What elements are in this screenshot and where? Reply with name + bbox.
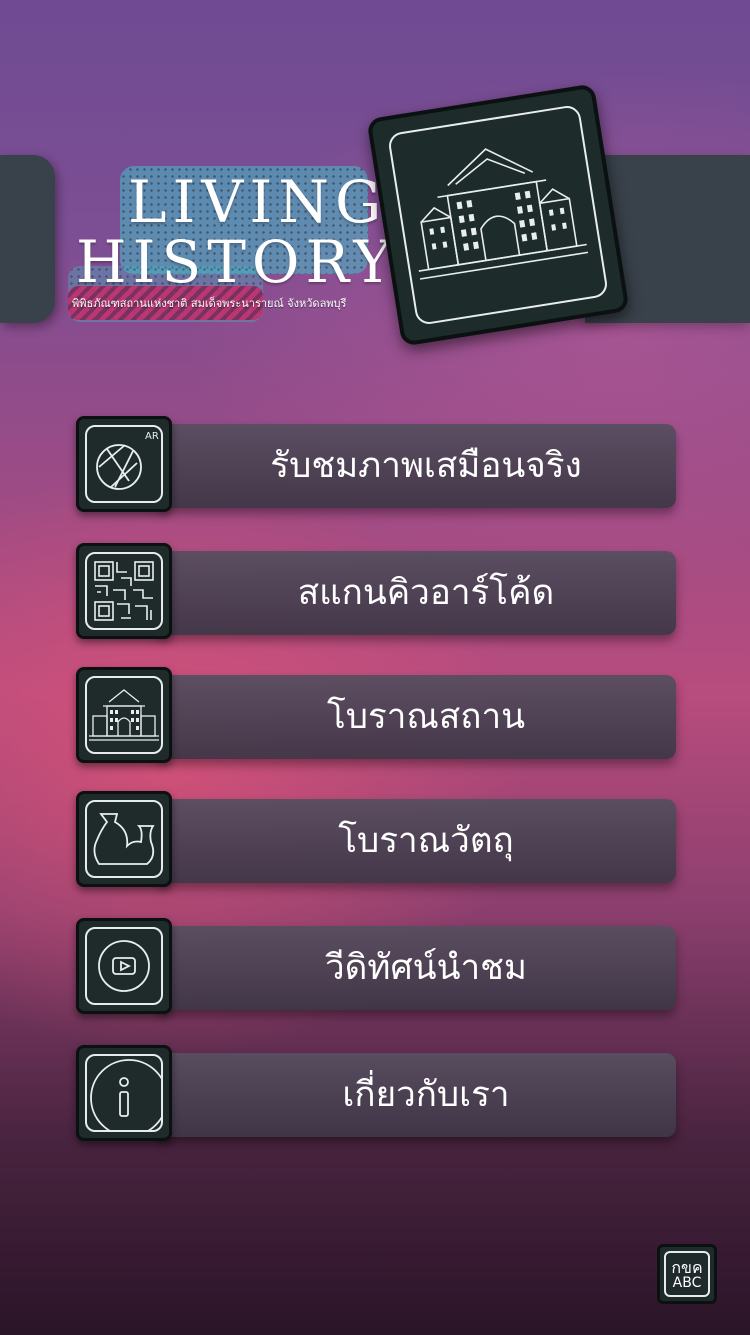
language-toggle-button[interactable]: กขค ABC [657, 1244, 717, 1304]
menu-item-qr-scan[interactable]: สแกนคิวอาร์โค้ด [76, 543, 676, 643]
menu-item-about-us[interactable]: เกี่ยวกับเรา [76, 1045, 676, 1145]
palace-gate-icon [89, 689, 159, 741]
logo-subtitle: พิพิธภัณฑสถานแห่งชาติ สมเด็จพระนารายณ์ จ… [72, 297, 347, 310]
ar-badge: AR [145, 431, 159, 442]
menu-item-label[interactable]: โบราณวัตถุ [176, 799, 676, 883]
pottery-icon-tile[interactable] [76, 791, 172, 887]
qr-code-icon-tile[interactable] [76, 543, 172, 639]
menu-item-label[interactable]: เกี่ยวกับเรา [176, 1053, 676, 1137]
palace-gate-icon-tile[interactable] [76, 667, 172, 763]
menu-item-label[interactable]: วีดิทัศน์นำชม [176, 926, 676, 1010]
menu-item-ancient-sites[interactable]: โบราณสถาน [76, 667, 676, 767]
info-icon-tile[interactable] [76, 1045, 172, 1141]
play-video-icon-tile[interactable] [76, 918, 172, 1014]
ar-camera-icon: AR [96, 431, 159, 490]
menu-item-video-tour[interactable]: วีดิทัศน์นำชม [76, 918, 676, 1018]
menu-item-ar-view[interactable]: รับชมภาพเสมือนจริง AR [76, 416, 676, 516]
menu-item-label[interactable]: โบราณสถาน [176, 675, 676, 759]
menu-item-label[interactable]: สแกนคิวอาร์โค้ด [176, 551, 676, 635]
ar-camera-icon-tile[interactable]: AR [76, 416, 172, 512]
living-history-logo: LIVING HISTORY พิพิธภัณฑสถานแห่งชาติ สมเ… [68, 158, 392, 323]
logo-title-line1: LIVING [128, 168, 388, 236]
logo-title-line2: HISTORY [76, 228, 398, 296]
menu-item-artifacts[interactable]: โบราณวัตถุ [76, 791, 676, 891]
palace-gate-icon [418, 148, 589, 280]
pottery-icon [93, 813, 155, 865]
play-video-icon [98, 940, 150, 992]
menu-item-label[interactable]: รับชมภาพเสมือนจริง [176, 424, 676, 508]
museum-gate-emblem [366, 83, 630, 347]
qr-code-icon [94, 561, 154, 621]
header-band-left [0, 155, 55, 323]
language-english-label: ABC [672, 1275, 702, 1291]
info-icon [90, 1059, 163, 1132]
